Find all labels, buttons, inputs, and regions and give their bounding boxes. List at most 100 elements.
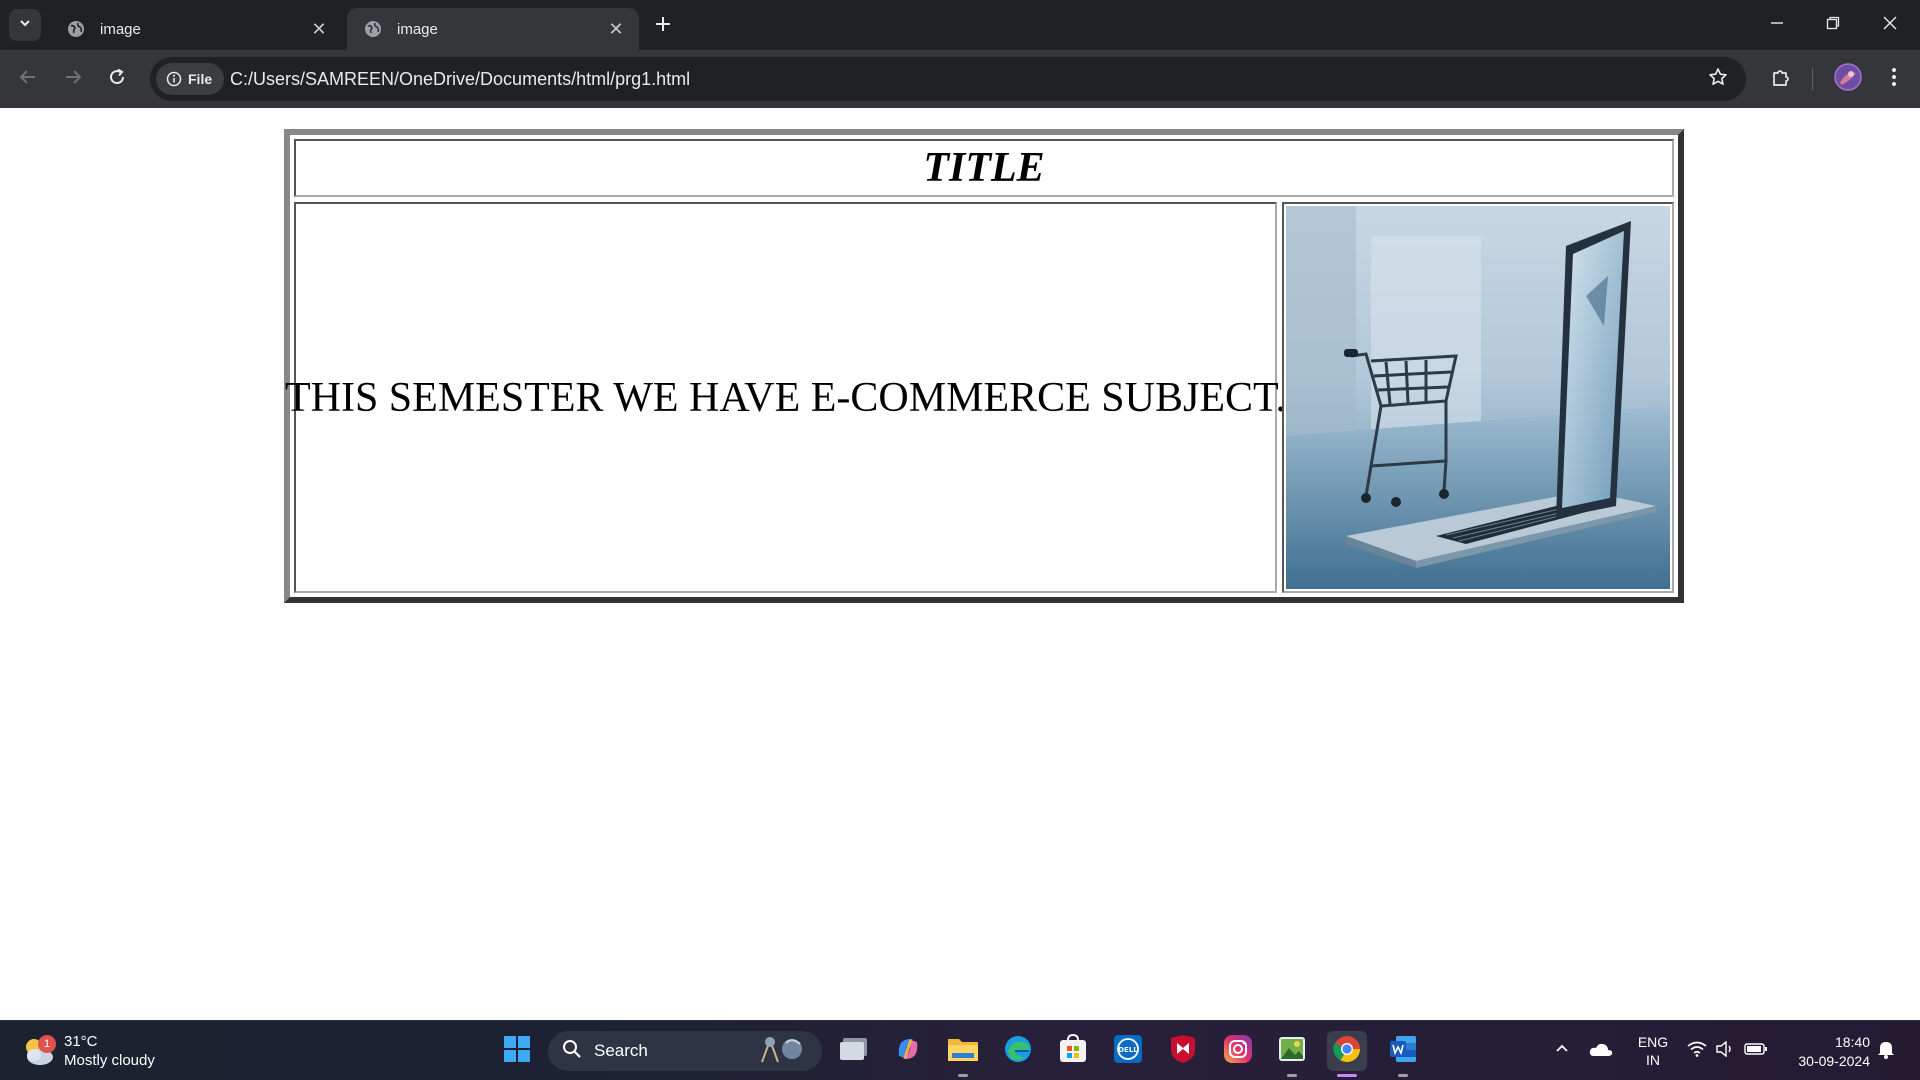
taskbar-search[interactable]: Search [548,1031,822,1071]
search-icon [562,1039,582,1064]
mcafee-button[interactable] [1163,1031,1203,1071]
battery-icon [1744,1042,1768,1061]
weather-temperature: 31°C [64,1033,98,1050]
windows-icon [503,1035,531,1068]
avatar [1834,62,1862,96]
chrome-button[interactable] [1327,1031,1367,1071]
running-indicator [958,1074,968,1077]
cloud-icon [1589,1041,1613,1062]
chevron-down-icon [18,16,32,35]
microsoft-store-button[interactable] [1053,1031,1093,1071]
mcafee-icon [1169,1034,1197,1069]
close-tab-icon[interactable]: ✕ [308,18,330,40]
running-indicator [1287,1074,1297,1077]
clock-time: 18:40 [1834,1034,1870,1050]
taskbar: 1 31°C Mostly cloudy Search DELL ENG IN … [0,1020,1920,1080]
running-indicator [1398,1074,1408,1077]
file-explorer-button[interactable] [943,1031,983,1071]
task-view-button[interactable] [834,1031,874,1071]
site-info-chip[interactable]: File [156,63,224,95]
content-table: TITLE THIS SEMESTER WE HAVE E-COMMERCE S… [284,129,1684,603]
partly-cloudy-icon: 1 [20,1033,56,1069]
extensions-button[interactable] [1767,65,1795,93]
tab-search-button[interactable] [9,9,41,41]
instagram-icon [1223,1034,1253,1069]
dell-button[interactable]: DELL [1108,1031,1148,1071]
url-text[interactable]: C:/Users/SAMREEN/OneDrive/Documents/html… [230,57,690,101]
close-tab-icon[interactable]: ✕ [605,18,627,40]
tab-title: image [397,20,438,38]
more-vert-icon [1891,67,1897,92]
dell-icon: DELL [1113,1034,1143,1069]
page-title: TITLE [294,139,1674,197]
show-hidden-icons-button[interactable] [1550,1031,1574,1071]
edge-button[interactable] [998,1031,1038,1071]
globe-icon [66,19,86,39]
star-icon [1708,67,1728,92]
edge-icon [1003,1034,1033,1069]
weather-condition: Mostly cloudy [64,1052,155,1069]
battery-button[interactable] [1742,1031,1770,1071]
restore-icon [1826,16,1840,35]
start-button[interactable] [497,1031,537,1071]
close-icon [1883,16,1897,35]
body-text: THIS SEMESTER WE HAVE E-COMMERCE SUBJECT… [285,202,1286,593]
tab-title: image [100,20,141,38]
region-code: IN [1646,1052,1660,1068]
back-button[interactable] [14,65,42,93]
language-indicator[interactable]: ENG IN [1630,1033,1676,1069]
instagram-button[interactable] [1218,1031,1258,1071]
chevron-up-icon [1555,1042,1569,1061]
tab-strip: image ✕ image ✕ [0,0,1920,50]
microsoft-store-icon [1058,1033,1088,1069]
bell-icon [1877,1039,1895,1064]
forward-button[interactable] [59,65,87,93]
arrow-right-icon [63,67,83,92]
clock-date: 30-09-2024 [1798,1053,1870,1069]
active-indicator [1337,1074,1357,1077]
reload-icon [107,67,127,92]
new-tab-button[interactable] [650,13,676,39]
photos-icon [1277,1034,1307,1069]
menu-button[interactable] [1880,65,1908,93]
tab-image-2[interactable]: image ✕ [347,8,639,50]
reload-button[interactable] [103,65,131,93]
info-icon [166,71,182,87]
copilot-button[interactable] [888,1031,928,1071]
clock[interactable]: 18:40 30-09-2024 [1782,1033,1870,1071]
word-button[interactable] [1383,1031,1423,1071]
ecommerce-image [1282,202,1674,593]
minimize-button[interactable] [1757,10,1797,40]
tab-image-1[interactable]: image ✕ [50,8,342,50]
globe-icon [363,19,383,39]
minimize-icon [1770,16,1784,35]
onedrive-button[interactable] [1588,1031,1614,1071]
profile-button[interactable] [1833,62,1863,96]
close-window-button[interactable] [1870,10,1910,40]
notification-badge: 1 [38,1035,56,1053]
photos-button[interactable] [1272,1031,1312,1071]
search-label: Search [594,1041,648,1060]
search-highlight-icon [756,1034,810,1069]
task-view-icon [839,1036,869,1067]
speaker-icon [1715,1040,1735,1062]
volume-button[interactable] [1712,1031,1738,1071]
browser-toolbar: File C:/Users/SAMREEN/OneDrive/Documents… [0,50,1920,108]
site-info-label: File [188,71,213,87]
arrow-left-icon [18,67,38,92]
language-code: ENG [1637,1034,1669,1050]
svg-text:DELL: DELL [1118,1046,1138,1054]
bookmark-button[interactable] [1704,65,1732,93]
plus-icon [655,16,671,37]
network-button[interactable] [1684,1031,1710,1071]
chrome-icon [1332,1034,1362,1069]
folder-icon [947,1035,979,1068]
word-icon [1388,1034,1418,1069]
notifications-button[interactable] [1874,1031,1898,1071]
restore-button[interactable] [1813,10,1853,40]
puzzle-icon [1770,66,1792,93]
weather-widget[interactable]: 1 31°C Mostly cloudy [20,1028,155,1074]
toolbar-divider [1812,68,1813,90]
address-bar[interactable]: File C:/Users/SAMREEN/OneDrive/Documents… [150,57,1746,101]
wifi-icon [1687,1041,1707,1062]
